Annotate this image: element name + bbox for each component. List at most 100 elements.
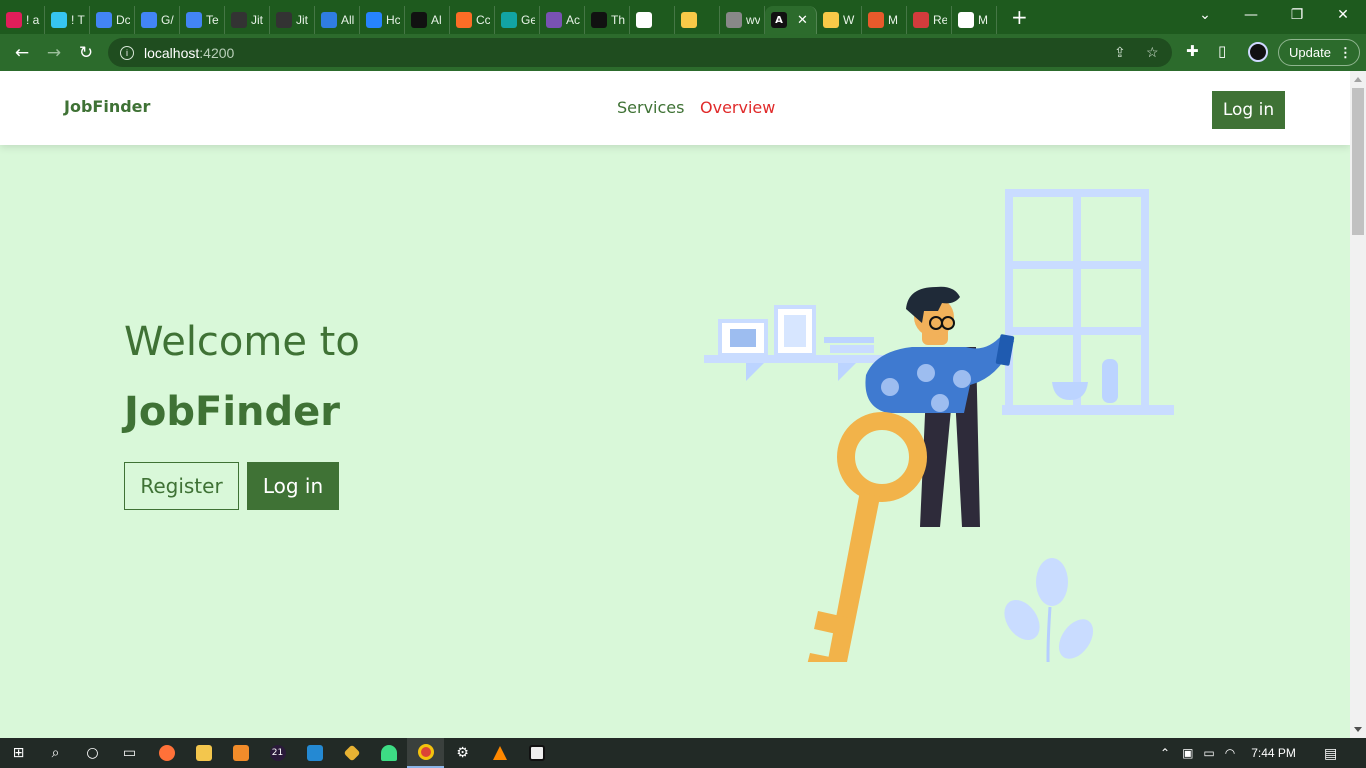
google-docs-icon [96,12,112,28]
scroll-thumb[interactable] [1352,88,1364,235]
close-tab-icon[interactable]: ✕ [797,13,808,28]
search-icon[interactable]: ⌕ [37,738,74,768]
bowl-graphic [1052,382,1088,400]
tab-11[interactable]: Ge [495,6,540,34]
site-info-icon[interactable]: i [120,45,134,60]
tab-4[interactable]: Te [180,6,225,34]
sublime-icon[interactable] [222,738,259,768]
profile-avatar[interactable] [1248,42,1268,62]
terminal-icon[interactable] [518,738,555,768]
tab-title: Dc [116,13,130,27]
gitlab-icon [456,12,472,28]
clock-time[interactable]: 7:44 PM [1251,746,1296,760]
tab-after-0[interactable]: W [817,6,862,34]
plant-graphic [1004,558,1094,662]
slack-icon [6,12,22,28]
page-scrollbar[interactable] [1350,71,1366,738]
cortana-icon[interactable]: ○ [74,738,111,768]
close-window-button[interactable]: ✕ [1320,0,1366,30]
brand-logo[interactable]: JobFinder [64,97,150,116]
window-sill [1002,405,1174,415]
navbar-login-button[interactable]: Log in [1212,91,1285,129]
tab-6[interactable]: Jit [270,6,315,34]
tab-8[interactable]: Hc [360,6,405,34]
tab-10[interactable]: Cc [450,6,495,34]
tab-12[interactable]: Ac [540,6,585,34]
app-21-badge: 21 [269,745,286,761]
android-studio-icon[interactable] [370,738,407,768]
tab-title: M [888,13,898,27]
chrome-icon[interactable] [407,738,444,768]
tab-after-2[interactable]: Re [907,6,952,34]
bootstrap-icon [546,12,562,28]
tab-title: W [843,13,855,27]
reload-button[interactable]: ↻ [70,37,102,69]
tab-1[interactable]: ! T [45,6,90,34]
vlc-icon[interactable] [481,738,518,768]
scroll-down-icon[interactable] [1354,727,1362,732]
new-tab-button[interactable]: + [1011,7,1028,27]
tab-9[interactable]: Al [405,6,450,34]
vscode-icon[interactable] [296,738,333,768]
wifi-icon[interactable]: ◠ [1225,746,1235,760]
side-panel-icon[interactable]: ▯ [1218,42,1226,60]
task-view-icon[interactable]: ▭ [111,738,148,768]
register-button[interactable]: Register [124,462,239,510]
app-21-icon[interactable]: 21 [259,738,296,768]
browser-tab-strip: ! a! TDcG/TeJitJitAllHcAlCcGeAcThwv A ✕ … [0,0,1366,34]
tab-7[interactable]: All [315,6,360,34]
tray-expand-icon[interactable]: ⌃ [1160,746,1170,760]
update-label: Update [1289,45,1331,60]
tab-title: Ge [521,13,535,27]
update-button[interactable]: Update ⋮ [1278,39,1360,66]
tab-3[interactable]: G/ [135,6,180,34]
minimize-button[interactable]: — [1228,0,1274,30]
tab-2[interactable]: Dc [90,6,135,34]
tab-16[interactable]: wv [720,6,765,34]
firefox-icon[interactable] [148,738,185,768]
github-icon [591,12,607,28]
battery-icon[interactable]: ▭ [1203,746,1214,760]
tab-active[interactable]: A ✕ [765,6,817,34]
jira-icon [366,12,382,28]
tab-0[interactable]: ! a [0,6,45,34]
tab-search-icon[interactable]: ⌄ [1182,0,1228,30]
tab-title: wv [746,13,760,27]
tab-title: M [978,13,988,27]
meet-now-icon[interactable]: ▣ [1182,746,1193,760]
jitsi-icon [276,12,292,28]
maximize-button[interactable]: ❐ [1274,0,1320,30]
share-icon[interactable]: ⇪ [1114,44,1126,61]
tab-15[interactable] [675,6,720,34]
link-icon [321,12,337,28]
tab-title: ! a [26,13,40,27]
tab-title: ! T [71,13,85,27]
tab-5[interactable]: Jit [225,6,270,34]
tab-title: Re [933,13,947,27]
address-bar[interactable]: i localhost:4200 ⇪ ☆ [108,38,1172,67]
jitsi-icon [231,12,247,28]
scroll-up-icon[interactable] [1354,77,1362,82]
file-explorer-icon[interactable] [185,738,222,768]
tab-list-after: W M Re M [817,0,997,34]
tab-13[interactable]: Th [585,6,630,34]
forward-button[interactable]: → [38,37,70,69]
notifications-icon[interactable]: ▤ [1324,745,1337,762]
nav-link-services[interactable]: Services [617,98,684,117]
bookmark-star-icon[interactable]: ☆ [1146,44,1159,61]
git-icon[interactable] [333,738,370,768]
settings-gear-icon[interactable]: ⚙ [444,738,481,768]
windows-start-icon[interactable]: ⊞ [0,738,37,768]
page-viewport: JobFinder Services Overview Log in Welco… [0,71,1350,738]
diamond-icon [501,12,517,28]
back-button[interactable]: ← [6,37,38,69]
nav-link-overview[interactable]: Overview [700,98,775,117]
tab-14[interactable] [630,6,675,34]
google-docs-icon [186,12,202,28]
tab-after-1[interactable]: M [862,6,907,34]
slack-icon [51,12,67,28]
tab-after-3[interactable]: M [952,6,997,34]
emoji-icon [823,12,839,28]
extensions-icon[interactable]: ✚ [1186,42,1199,60]
hero-login-button[interactable]: Log in [247,462,339,510]
